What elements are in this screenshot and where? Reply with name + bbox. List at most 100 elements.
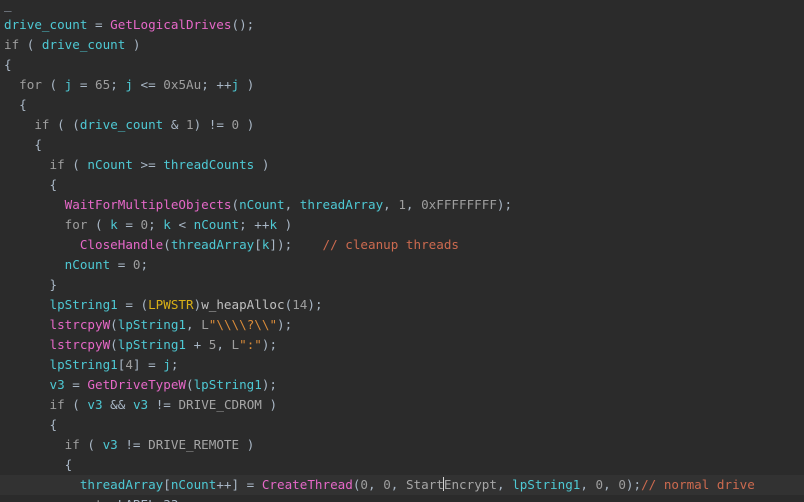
code-token-var: k xyxy=(110,217,118,232)
code-line[interactable]: } xyxy=(0,275,804,295)
code-token-punct: ) xyxy=(125,37,141,52)
code-token-str: ":" xyxy=(239,337,262,352)
code-token-punct: ( xyxy=(87,217,111,232)
code-line[interactable]: v3 = GetDriveTypeW(lpString1); xyxy=(0,375,804,395)
code-line[interactable]: lpString1[4] = j; xyxy=(0,355,804,375)
code-token-punct: ]); xyxy=(269,237,293,252)
code-token-var: lpString1 xyxy=(49,297,118,312)
code-token-punct: , xyxy=(186,317,202,332)
code-token-punct: ) xyxy=(261,397,278,412)
code-token-punct xyxy=(292,237,322,252)
code-token-punct: >= xyxy=(132,157,164,172)
code-token-kw: if xyxy=(49,157,65,172)
code-token-num: 0xFFFFFFFF xyxy=(421,197,497,212)
code-token-punct: ( xyxy=(19,37,42,52)
code-token-num: 14 xyxy=(292,297,308,312)
code-line[interactable]: goto LABEL_33; xyxy=(0,495,804,502)
code-token-num: 0 xyxy=(140,217,149,232)
code-token-punct: != xyxy=(148,397,179,412)
code-token-kw: if xyxy=(49,397,65,412)
code-token-punct: ( xyxy=(41,77,65,92)
code-token-punct: , xyxy=(390,477,406,492)
code-line[interactable]: { xyxy=(0,135,804,155)
code-line[interactable]: lpString1 = (LPWSTR)w_heapAlloc(14); xyxy=(0,295,804,315)
code-line[interactable]: nCount = 0; xyxy=(0,255,804,275)
code-line[interactable]: _ xyxy=(0,0,804,15)
code-token-punct: = xyxy=(64,377,88,392)
code-token-punct: ( xyxy=(163,237,171,252)
code-token-var: threadArray xyxy=(170,237,255,252)
code-token-punct: { xyxy=(64,457,73,472)
code-token-punct: && xyxy=(102,397,133,412)
code-token-str: "\\\\?\\" xyxy=(208,317,278,332)
code-token-punct: = xyxy=(117,217,141,232)
code-token-punct: , xyxy=(284,197,300,212)
code-line[interactable]: if ( (drive_count & 1) != 0 ) xyxy=(0,115,804,135)
code-line[interactable]: { xyxy=(0,455,804,475)
code-token-fn: WaitForMultipleObjects xyxy=(64,197,232,212)
code-token-punct: ); xyxy=(307,297,323,312)
code-line[interactable]: if ( v3 && v3 != DRIVE_CDROM ) xyxy=(0,395,804,415)
code-token-kw: if xyxy=(34,117,50,132)
code-line[interactable]: drive_count = GetLogicalDrives(); xyxy=(0,15,804,35)
code-token-num: 0 xyxy=(618,477,626,492)
code-token-num: 0 xyxy=(360,477,369,492)
code-editor-surface[interactable]: _ drive_count = GetLogicalDrives(); if ( d… xyxy=(0,0,804,502)
code-token-num: 1 xyxy=(186,117,194,132)
code-line[interactable]: { xyxy=(0,415,804,435)
code-line[interactable]: { xyxy=(0,175,804,195)
code-token-var: lpString1 xyxy=(49,357,118,372)
code-line[interactable]: WaitForMultipleObjects(nCount, threadArr… xyxy=(0,195,804,215)
code-token-punct: <= xyxy=(132,77,164,92)
code-token-var: v3 xyxy=(102,437,118,452)
code-token-punct: ); xyxy=(496,197,513,212)
code-token-kw: for xyxy=(64,217,88,232)
code-token-kw: if xyxy=(64,437,80,452)
code-token-comment: // normal drive xyxy=(641,477,755,492)
code-token-punct: ( xyxy=(64,157,88,172)
code-token-punct: , xyxy=(368,477,384,492)
code-token-var: nCount xyxy=(239,197,285,212)
code-line[interactable]: CloseHandle(threadArray[k]); // cleanup … xyxy=(0,235,804,255)
code-token-punct: ; xyxy=(140,257,149,272)
code-line[interactable]: { xyxy=(0,55,804,75)
code-token-const: DRIVE_REMOTE xyxy=(148,437,240,452)
code-line[interactable]: if ( nCount >= threadCounts ) xyxy=(0,155,804,175)
code-token-punct: + xyxy=(186,337,209,352)
code-token-num: 0x5Au xyxy=(163,77,202,92)
code-line[interactable]: { xyxy=(0,95,804,115)
code-line[interactable]: threadArray[nCount++] = CreateThread(0, … xyxy=(0,475,804,495)
code-token-var: threadArray xyxy=(79,477,164,492)
code-token-punct: & xyxy=(163,117,187,132)
code-token-var: v3 xyxy=(132,397,149,412)
code-token-plain: _ xyxy=(4,0,12,12)
code-token-fn: CloseHandle xyxy=(79,237,164,252)
code-line[interactable]: for ( k = 0; k < nCount; ++k ) xyxy=(0,215,804,235)
code-token-punct: ( xyxy=(231,197,240,212)
code-token-punct: != xyxy=(117,437,149,452)
code-token-comment: // cleanup threads xyxy=(322,237,459,252)
code-token-punct: ; xyxy=(110,77,126,92)
code-line[interactable]: if ( drive_count ) xyxy=(0,35,804,55)
code-token-punct: ) xyxy=(239,77,255,92)
code-line[interactable]: for ( j = 65; j <= 0x5Au; ++j ) xyxy=(0,75,804,95)
code-line[interactable]: if ( v3 != DRIVE_REMOTE ) xyxy=(0,435,804,455)
code-token-var: lpString1 xyxy=(193,377,262,392)
code-token-var: nCount xyxy=(64,257,111,272)
code-token-var: drive_count xyxy=(79,117,164,132)
code-token-punct: [ xyxy=(163,477,171,492)
code-token-var: nCount xyxy=(170,477,217,492)
code-line[interactable]: lstrcpyW(lpString1 + 5, L":"); xyxy=(0,335,804,355)
code-line[interactable]: lstrcpyW(lpString1, L"\\\\?\\"); xyxy=(0,315,804,335)
